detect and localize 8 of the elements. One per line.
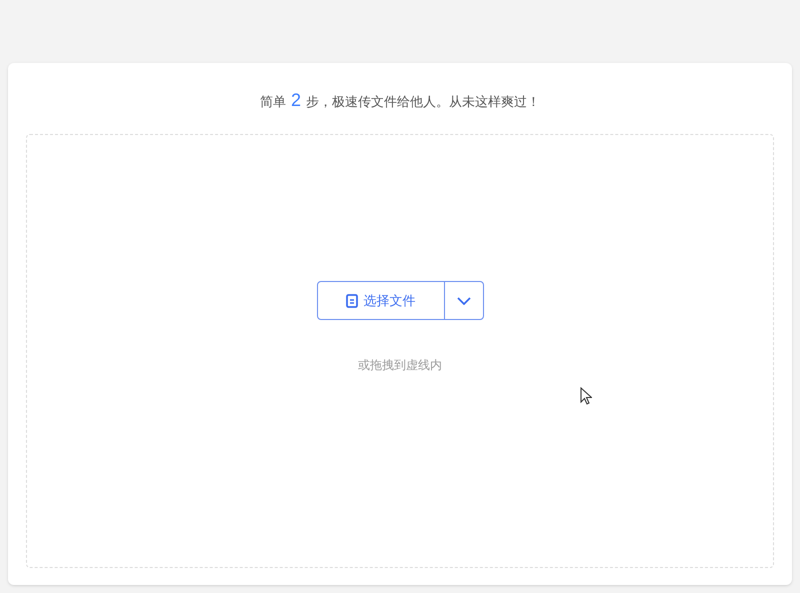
headline-text: 步，极速传文件给他人。从未这样爽过！ — [306, 93, 540, 111]
file-icon — [346, 294, 358, 308]
chevron-down-icon — [456, 296, 470, 304]
step-count: 2 — [290, 89, 301, 112]
drop-zone[interactable]: 选择文件 或拖拽到虚线内 — [26, 134, 774, 568]
headline-text: 简单 — [260, 93, 286, 111]
drag-hint: 或拖拽到虚线内 — [358, 357, 442, 374]
cursor-icon — [580, 387, 592, 405]
